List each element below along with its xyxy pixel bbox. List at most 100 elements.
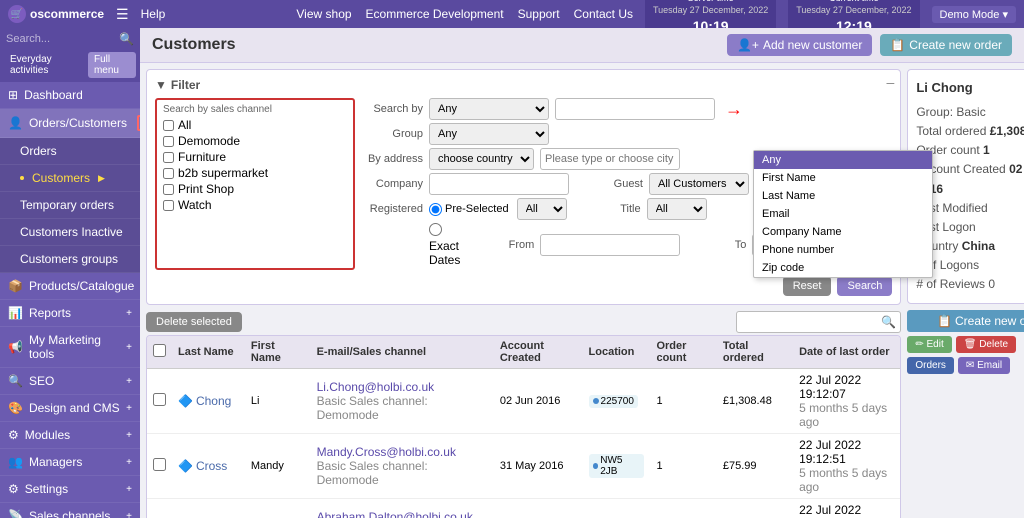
col-location[interactable]: Location [583,336,651,369]
exact-dates-radio[interactable] [429,223,442,236]
sidebar-search-input[interactable] [6,33,115,45]
select-all-checkbox[interactable] [153,344,166,357]
col-total-ordered[interactable]: Total ordered [717,336,793,369]
row-total-ordered: £195.00 [717,499,793,518]
search-by-input[interactable] [555,98,715,120]
customer-name-link[interactable]: 🔷Cross [178,459,227,473]
row-total-ordered: £1,308.48 [717,369,793,434]
dropdown-item-any[interactable]: Any [754,151,932,169]
hamburger-icon[interactable]: ☰ [116,6,129,23]
channel-all-checkbox[interactable] [163,120,174,131]
row-last-order-relative: 5 months 5 days ago [799,466,887,494]
country-select[interactable]: choose country [429,148,534,170]
sidebar-item-modules[interactable]: ⚙ Modules + [0,422,140,449]
channel-printshop-checkbox[interactable] [163,184,174,195]
row-last-order-date: 22 Jul 2022 19:14:25 [799,503,861,518]
filter-collapse-button[interactable]: – [887,74,895,90]
channel-furniture-checkbox[interactable] [163,152,174,163]
row-first-name: Li [245,369,311,434]
detail-edit-button[interactable]: ✏ Edit [907,336,951,353]
sidebar-item-temporary-orders[interactable]: Temporary orders [0,192,140,219]
col-account-created[interactable]: Account Created [494,336,583,369]
row-select-checkbox[interactable] [153,458,166,471]
detail-delete-button[interactable]: 🗑 Delete [956,336,1016,353]
sidebar-item-orders-customers[interactable]: 👤 Orders/Customers → ▾ [0,109,140,138]
sidebar-item-sales-channels[interactable]: 📡 Sales channels + [0,503,140,518]
guest-select[interactable]: All Customers [649,173,749,195]
city-input[interactable] [540,148,680,170]
dropdown-item-email[interactable]: Email [754,205,932,223]
sidebar-item-settings[interactable]: ⚙ Settings + [0,476,140,503]
channel-demomode-checkbox[interactable] [163,136,174,147]
detail-email-button[interactable]: ✉ Email [958,357,1010,374]
channel-watch-checkbox[interactable] [163,200,174,211]
table-search-input[interactable] [741,316,881,328]
everyday-activities-tab[interactable]: Everyday activities [4,52,84,78]
location-badge: 225700 [589,395,638,408]
title-select[interactable]: All [647,198,707,220]
dropdown-item-firstname[interactable]: First Name [754,169,932,187]
dropdown-item-company[interactable]: Company Name [754,223,932,241]
col-last-order[interactable]: Date of last order [793,336,900,369]
table-row[interactable]: 🔷Chong Li Li.Chong@holbi.co.uk Basic Sal… [147,369,900,434]
delete-selected-button[interactable]: Delete selected [146,312,242,332]
channel-b2b-checkbox[interactable] [163,168,174,179]
help-link[interactable]: Help [141,7,166,21]
company-input[interactable] [429,173,569,195]
from-date-input[interactable] [540,234,680,256]
loc-dot [593,398,599,404]
search-by-dropdown: Any First Name Last Name Email Company N… [753,150,933,278]
channel-all: All [163,118,347,132]
contact-us-link[interactable]: Contact Us [574,7,633,21]
create-order-button[interactable]: 📋 Create new order [880,34,1012,56]
sidebar-item-customers-groups[interactable]: Customers groups [0,246,140,273]
table-row[interactable]: 🔷Dalton Abraham Abraham.Dalton@holbi.co.… [147,499,900,518]
ecommerce-dev-link[interactable]: Ecommerce Development [366,7,504,21]
sidebar-item-design[interactable]: 🎨 Design and CMS + [0,395,140,422]
sidebar-item-managers[interactable]: 👥 Managers + [0,449,140,476]
registered-all-select[interactable]: All [517,198,567,220]
detail-create-order-button[interactable]: 📋 Create new order [907,310,1024,332]
col-last-name[interactable]: Last Name [172,336,245,369]
exact-dates-radio-label[interactable]: Exact Dates [429,223,460,267]
customer-detail-group: Group: Basic [916,103,1024,122]
channel-printshop: Print Shop [163,182,347,196]
row-email-link[interactable]: Li.Chong@holbi.co.uk [317,380,488,394]
search-button[interactable]: Search [837,276,892,296]
view-shop-link[interactable]: View shop [296,7,351,21]
row-select-checkbox[interactable] [153,393,166,406]
table-row[interactable]: 🔷Cross Mandy Mandy.Cross@holbi.co.uk Bas… [147,434,900,499]
reset-button[interactable]: Reset [783,276,832,296]
sidebar-item-products[interactable]: 📦 Products/Catalogue + [0,273,140,300]
col-email[interactable]: E-mail/Sales channel [311,336,494,369]
sidebar-item-customers-inactive[interactable]: Customers Inactive [0,219,140,246]
pre-selected-radio-label[interactable]: Pre-Selected [429,203,509,216]
row-email-link[interactable]: Mandy.Cross@holbi.co.uk [317,445,488,459]
group-select[interactable]: Any [429,123,549,145]
customer-name-link[interactable]: 🔷Chong [178,394,231,408]
pre-selected-radio[interactable] [429,203,442,216]
sidebar-item-dashboard[interactable]: ⊞ Dashboard [0,82,140,109]
dropdown-item-zip[interactable]: Zip code [754,259,932,277]
col-first-name[interactable]: First Name [245,336,311,369]
full-menu-tab[interactable]: Full menu [88,52,136,78]
sidebar-item-marketing[interactable]: 📢 My Marketing tools + [0,327,140,368]
row-email-link[interactable]: Abraham.Dalton@holbi.co.uk [317,510,488,518]
marketing-icon: 📢 [8,340,23,354]
detail-orders-button[interactable]: Orders [907,357,954,374]
search-by-select[interactable]: Any First Name Last Name Email Company N… [429,98,549,120]
dropdown-item-phone[interactable]: Phone number [754,241,932,259]
sidebar-item-orders[interactable]: Orders [0,138,140,165]
add-customer-button[interactable]: 👤+ Add new customer [727,34,872,56]
demo-mode-button[interactable]: Demo Mode ▾ [932,6,1017,23]
sidebar-item-label: Reports [29,306,71,320]
guest-label: Guest [583,178,643,190]
dropdown-item-lastname[interactable]: Last Name [754,187,932,205]
row-location: NW5 2JB [583,434,651,499]
sidebar-item-seo[interactable]: 🔍 SEO + [0,368,140,395]
row-location: NG1 3AP [583,499,651,518]
sidebar-item-customers[interactable]: Customers ▶ [0,165,140,192]
sidebar-item-reports[interactable]: 📊 Reports + [0,300,140,327]
col-order-count[interactable]: Order count [650,336,716,369]
support-link[interactable]: Support [518,7,560,21]
